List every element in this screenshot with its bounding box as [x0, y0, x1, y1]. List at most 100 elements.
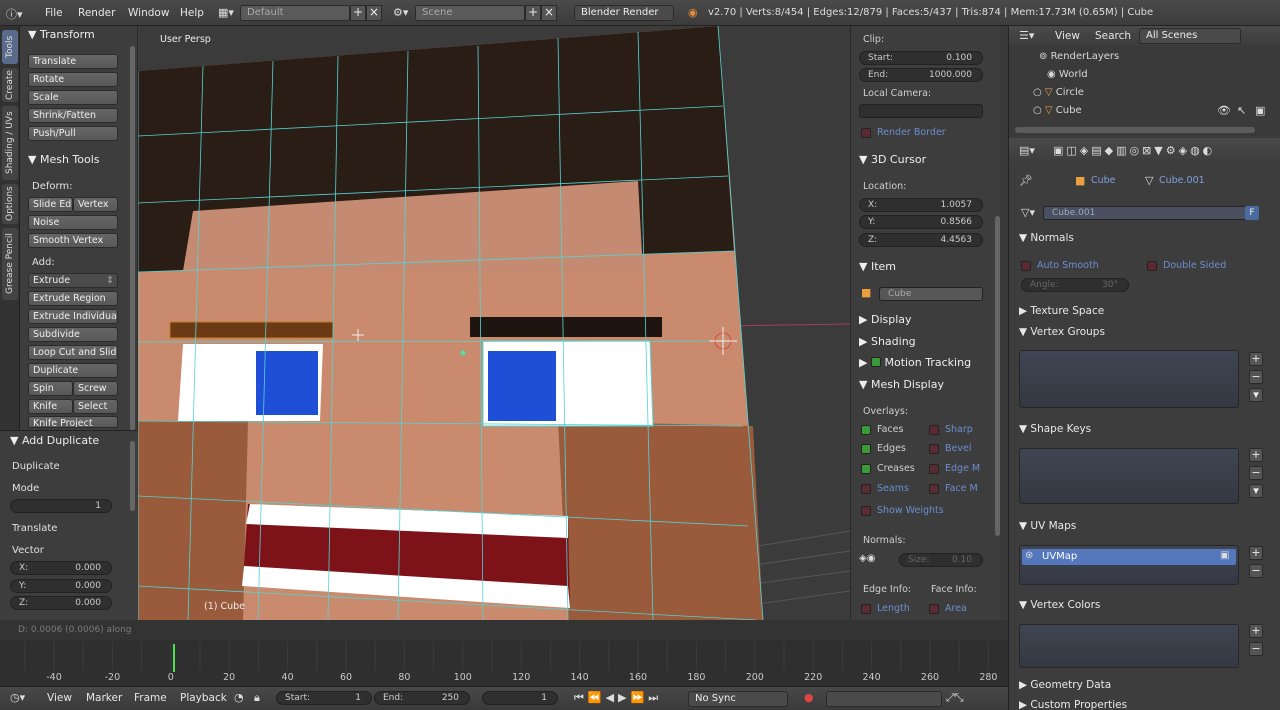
mode-field[interactable]: 1: [10, 499, 112, 513]
property-context-icons[interactable]: ▣◫◈▤◆▥◎⊠▼⚙◈◍◐: [1053, 144, 1215, 157]
3d-cursor-header[interactable]: ▼ 3D Cursor: [859, 153, 926, 166]
custom-properties-header[interactable]: ▶ Custom Properties: [1019, 699, 1274, 710]
noise-button[interactable]: Noise: [28, 215, 118, 230]
outliner-menu-search[interactable]: Search: [1095, 30, 1131, 42]
mesh-display-header[interactable]: ▼ Mesh Display: [859, 378, 944, 391]
render-camera-icon[interactable]: ▣: [1255, 104, 1265, 117]
menu-help[interactable]: Help: [180, 7, 204, 19]
outliner-scrollbar[interactable]: [1015, 127, 1255, 133]
timeline-menu-frame[interactable]: Frame: [134, 692, 167, 704]
vector-y-field[interactable]: Y: 0.000: [10, 579, 112, 593]
scene-field[interactable]: Scene: [415, 5, 525, 21]
vector-x-field[interactable]: X: 0.000: [10, 561, 112, 575]
show-weights-checkbox[interactable]: [861, 506, 871, 516]
normals-header[interactable]: ▼ Normals: [1019, 232, 1274, 250]
menu-window[interactable]: Window: [128, 7, 169, 19]
display-header[interactable]: ▶ Display: [859, 313, 912, 326]
timeline-menu-view[interactable]: View: [47, 692, 72, 704]
add-shape-key-button[interactable]: +: [1249, 448, 1263, 462]
mesh-datablock-icon[interactable]: ▽▾: [1021, 206, 1035, 219]
duplicate-button[interactable]: Duplicate: [28, 363, 118, 378]
pin-icon[interactable]: 📌︎: [1019, 174, 1033, 187]
face-marks-checkbox[interactable]: [929, 484, 939, 494]
screw-button[interactable]: Screw: [73, 381, 118, 396]
smooth-vertex-button[interactable]: Smooth Vertex: [28, 233, 118, 248]
mesh-canvas[interactable]: [138, 26, 850, 620]
outliner-menu-view[interactable]: View: [1055, 30, 1080, 42]
operator-header[interactable]: ▼ Add Duplicate: [10, 434, 99, 447]
shrink-fatten-button[interactable]: Shrink/Fatten: [28, 108, 118, 123]
vertex-normals-icon[interactable]: ◈◉: [859, 553, 875, 564]
breadcrumb-mesh[interactable]: Cube.001: [1159, 175, 1205, 186]
motion-tracking-header[interactable]: ▶ Motion Tracking: [859, 356, 971, 369]
subdivide-button[interactable]: Subdivide: [28, 327, 118, 342]
keyframe-icons[interactable]: ⤢⤡: [946, 691, 964, 705]
remove-vertex-group-button[interactable]: −: [1249, 370, 1263, 384]
spin-button[interactable]: Spin: [28, 381, 73, 396]
add-layout-button[interactable]: +: [350, 5, 366, 21]
outliner-world[interactable]: ◉ World: [1047, 69, 1088, 80]
screen-layout-icon[interactable]: ▦▾: [218, 6, 234, 19]
mesh-tools-panel-header[interactable]: ▼ Mesh Tools: [28, 153, 100, 166]
timeline-menu-playback[interactable]: Playback: [180, 692, 227, 704]
faces-checkbox[interactable]: [861, 425, 871, 435]
fake-user-button[interactable]: F: [1245, 206, 1259, 220]
push-pull-button[interactable]: Push/Pull: [28, 126, 118, 141]
add-uv-map-button[interactable]: +: [1249, 546, 1263, 560]
outliner-circle[interactable]: ○ ▽ Circle: [1033, 87, 1084, 98]
outliner-renderlayers[interactable]: ⊚ RenderLayers: [1039, 51, 1119, 62]
shape-key-menu-button[interactable]: ▾: [1249, 484, 1263, 498]
tab-options[interactable]: Options: [2, 184, 18, 224]
menu-render[interactable]: Render: [78, 7, 115, 19]
remove-shape-key-button[interactable]: −: [1249, 466, 1263, 480]
3d-viewport[interactable]: User Persp (1) Cube: [138, 26, 850, 620]
tab-create[interactable]: Create: [2, 68, 18, 102]
add-scene-button[interactable]: +: [525, 5, 541, 21]
knife-project-button[interactable]: Knife Project: [28, 416, 118, 428]
scene-icon[interactable]: ⚙▾: [393, 6, 408, 19]
timeline-menu-marker[interactable]: Marker: [86, 692, 122, 704]
start-frame-field[interactable]: Start: 1: [276, 691, 372, 705]
outliner-scenes-select[interactable]: All Scenes: [1139, 28, 1241, 44]
screen-layout-field[interactable]: Default: [240, 5, 350, 21]
uv-maps-list[interactable]: ⊛ UVMap ▣: [1019, 545, 1239, 585]
sync-select[interactable]: No Sync: [688, 691, 788, 707]
clip-end-field[interactable]: End: 1000.000: [859, 68, 983, 82]
object-name-field[interactable]: Cube: [879, 287, 983, 301]
loop-cut-button[interactable]: Loop Cut and Slide: [28, 345, 118, 360]
double-sided-checkbox[interactable]: [1147, 261, 1157, 271]
clip-start-field[interactable]: Start: 0.100: [859, 51, 983, 65]
timeline[interactable]: -40 -20 0 20 40 60 80 100 120 140 160 180 200 220 240 2…: [0, 640, 1008, 686]
outliner-editor-icon[interactable]: ☰▾: [1019, 29, 1034, 42]
render-engine-select[interactable]: Blender Render: [574, 5, 674, 21]
cursor-x-field[interactable]: X: 1.0057: [859, 198, 983, 212]
shape-keys-list[interactable]: [1019, 448, 1239, 504]
remove-layout-button[interactable]: ×: [366, 5, 382, 21]
vertex-groups-list[interactable]: [1019, 350, 1239, 408]
transform-panel-header[interactable]: ▼ Transform: [28, 28, 95, 41]
slide-edge-button[interactable]: Slide Ed: [28, 197, 73, 212]
breadcrumb-object[interactable]: Cube: [1091, 175, 1116, 186]
tab-tools[interactable]: Tools: [2, 30, 18, 64]
properties-editor-icon[interactable]: ▤▾: [1019, 144, 1035, 157]
render-border-checkbox[interactable]: [861, 128, 871, 138]
current-frame-field[interactable]: 1: [482, 691, 558, 705]
playback-controls-icon[interactable]: ⏮⏪◀▶⏩⏭: [574, 691, 662, 705]
uvmap-row[interactable]: ⊛ UVMap ▣: [1022, 549, 1236, 565]
uv-maps-header[interactable]: ▼ UV Maps: [1019, 520, 1274, 538]
knife-button[interactable]: Knife: [28, 399, 73, 414]
texture-space-header[interactable]: ▶ Texture Space: [1019, 305, 1274, 323]
add-vertex-color-button[interactable]: +: [1249, 624, 1263, 638]
select-arrow-icon[interactable]: ↖: [1237, 104, 1246, 117]
auto-smooth-checkbox[interactable]: [1021, 261, 1031, 271]
remove-uv-map-button[interactable]: −: [1249, 564, 1263, 578]
vertex-colors-header[interactable]: ▼ Vertex Colors: [1019, 599, 1274, 617]
vertex-group-menu-button[interactable]: ▾: [1249, 388, 1263, 402]
bevel-checkbox[interactable]: [929, 444, 939, 454]
vertex-colors-list[interactable]: [1019, 624, 1239, 668]
motion-tracking-checkbox[interactable]: [870, 357, 881, 367]
seams-checkbox[interactable]: [861, 484, 871, 494]
tab-shading-uvs[interactable]: Shading / UVs: [2, 106, 18, 180]
slide-vertex-button[interactable]: Vertex: [73, 197, 118, 212]
translate-button[interactable]: Translate: [28, 54, 118, 69]
